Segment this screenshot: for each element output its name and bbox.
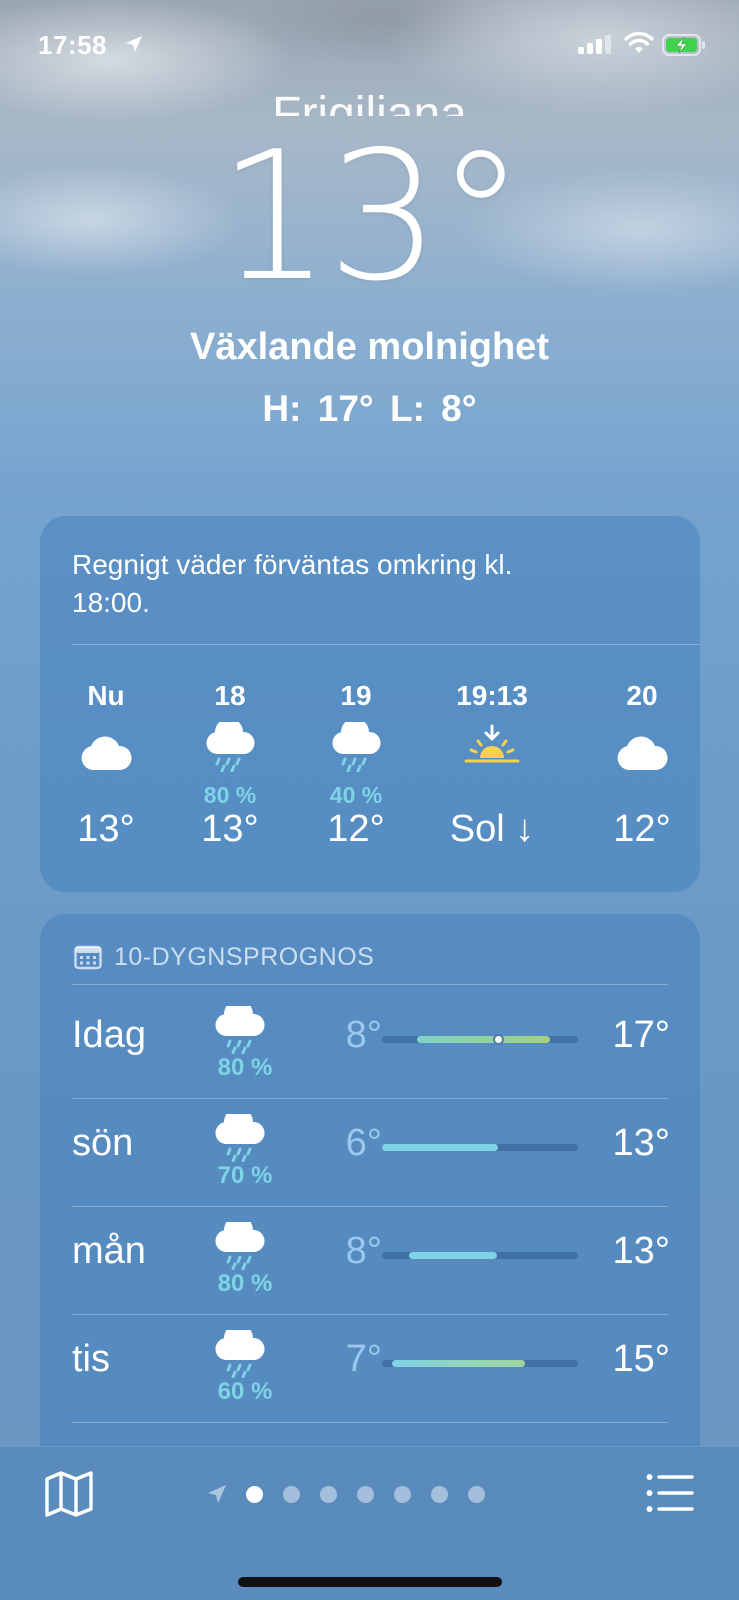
daily-row[interactable]: sön 70 % 6° 13° xyxy=(40,1098,700,1206)
location-arrow-icon xyxy=(126,36,142,52)
daily-row[interactable]: Idag 80 % 8° 17° xyxy=(40,990,700,1098)
day-high-temp: 13° xyxy=(612,1122,670,1164)
day-high-temp: 13° xyxy=(612,1230,670,1272)
home-indicator xyxy=(238,1577,502,1587)
hour-temperature: 13° xyxy=(201,808,259,850)
hour-label: 19 xyxy=(340,680,372,711)
cloud-rain-icon xyxy=(210,1323,280,1379)
hour-label: Nu xyxy=(87,680,125,711)
hour-label: 19:13 xyxy=(456,680,528,711)
hourly-forecast-card[interactable]: Regnigt väder förväntas omkring kl. 18:0… xyxy=(40,516,700,892)
divider xyxy=(72,644,700,645)
hour-label: 18 xyxy=(214,680,246,711)
current-temp-marker xyxy=(493,1034,504,1045)
day-precip: 80 % xyxy=(217,1270,273,1297)
calendar-icon xyxy=(74,945,102,970)
day-name: sön xyxy=(72,1122,134,1164)
divider xyxy=(72,984,668,985)
weather-condition: Växlande molnighet xyxy=(190,326,549,368)
day-name: tis xyxy=(72,1338,110,1380)
cellular-signal-icon xyxy=(578,35,611,54)
page-dot[interactable] xyxy=(283,1485,300,1503)
daily-row[interactable]: tis 60 % 7° 15° xyxy=(40,1314,700,1422)
list-icon[interactable] xyxy=(646,1473,694,1513)
hour-item: 19:13 xyxy=(432,676,552,810)
weather-alert-text: Regnigt väder förväntas omkring kl. 18:0… xyxy=(72,549,513,618)
hour-item: 20 xyxy=(582,676,702,810)
high-low-temperature: H: 17° L: 8° xyxy=(262,388,477,429)
current-location-arrow-icon xyxy=(208,1485,226,1503)
current-temperature: 13° xyxy=(217,113,526,320)
hour-item: 19 40 % xyxy=(296,676,416,810)
day-low-temp: 7° xyxy=(345,1338,382,1380)
hour-temperature: 12° xyxy=(327,808,385,850)
divider xyxy=(72,1422,668,1423)
day-high-temp: 17° xyxy=(612,1014,670,1056)
hour-item: 18 80 % xyxy=(170,676,290,810)
page-indicator[interactable] xyxy=(206,1483,505,1505)
battery-charging-icon xyxy=(662,34,705,56)
page-dot[interactable] xyxy=(357,1485,374,1503)
hour-temperature: 12° xyxy=(613,808,671,850)
temp-range-track xyxy=(382,1034,578,1045)
day-low-temp: 8° xyxy=(345,1230,382,1272)
day-precip: 60 % xyxy=(217,1378,273,1405)
page-dot[interactable] xyxy=(468,1485,485,1503)
page-dot[interactable] xyxy=(431,1485,448,1503)
temp-range-bar xyxy=(382,1144,498,1151)
hour-temperature: 13° xyxy=(77,808,135,850)
hour-temperature: Sol ↓ xyxy=(449,808,535,850)
wifi-icon xyxy=(624,32,654,53)
day-precip: 80 % xyxy=(217,1054,273,1081)
day-low-temp: 8° xyxy=(345,1014,382,1056)
page-dot[interactable] xyxy=(320,1485,337,1503)
cloud-rain-icon xyxy=(206,722,255,772)
cloud-rain-icon xyxy=(332,722,381,772)
day-name: Idag xyxy=(72,1014,146,1056)
cloud-rain-icon xyxy=(210,1107,280,1163)
map-icon[interactable] xyxy=(44,1469,94,1519)
sunset-icon xyxy=(464,724,520,763)
day-precip: 70 % xyxy=(217,1162,273,1189)
daily-header-title: 10-DYGNSPROGNOS xyxy=(114,942,375,971)
temp-range-track xyxy=(382,1144,578,1151)
day-name: mån xyxy=(72,1230,146,1272)
cloud-rain-icon xyxy=(210,1215,280,1271)
daily-row[interactable]: mån 80 % 8° 13° xyxy=(40,1206,700,1314)
temp-range-track xyxy=(382,1252,578,1259)
temp-range-track xyxy=(382,1360,578,1367)
day-high-temp: 15° xyxy=(612,1338,670,1380)
cloud-icon xyxy=(617,736,668,770)
temp-range-bar xyxy=(392,1360,525,1367)
hour-item: Nu xyxy=(46,676,166,810)
day-low-temp: 6° xyxy=(345,1122,382,1164)
cloud-icon xyxy=(81,736,132,770)
page-dot[interactable] xyxy=(394,1485,411,1503)
status-time: 17:58 xyxy=(38,30,107,60)
cloud-rain-icon xyxy=(210,999,280,1055)
hour-label: 20 xyxy=(626,680,658,711)
page-dot[interactable] xyxy=(246,1485,263,1503)
bottom-toolbar xyxy=(0,1446,739,1600)
temp-range-bar xyxy=(409,1252,497,1259)
temp-range-bar xyxy=(417,1036,550,1043)
city-name: Frigiliana xyxy=(272,88,467,116)
